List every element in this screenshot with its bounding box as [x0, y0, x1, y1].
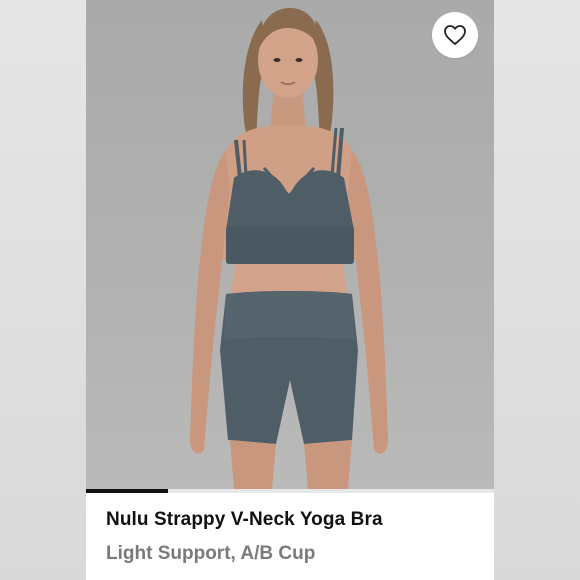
favorite-button[interactable] — [432, 12, 478, 58]
product-name[interactable]: Nulu Strappy V-Neck Yoga Bra — [106, 508, 482, 532]
gallery-progress — [86, 489, 494, 493]
model-illustration — [190, 8, 388, 489]
product-info: Nulu Strappy V-Neck Yoga Bra Light Suppo… — [106, 508, 482, 566]
product-photo[interactable] — [86, 0, 494, 489]
gallery-progress-fill — [86, 489, 168, 493]
heart-outline-icon — [444, 25, 466, 45]
product-variant: Light Support, A/B Cup — [106, 543, 316, 564]
product-card[interactable]: Nulu Strappy V-Neck Yoga Bra Light Suppo… — [86, 0, 494, 580]
product-listing: Nulu Strappy V-Neck Yoga Bra Light Suppo… — [0, 0, 580, 580]
